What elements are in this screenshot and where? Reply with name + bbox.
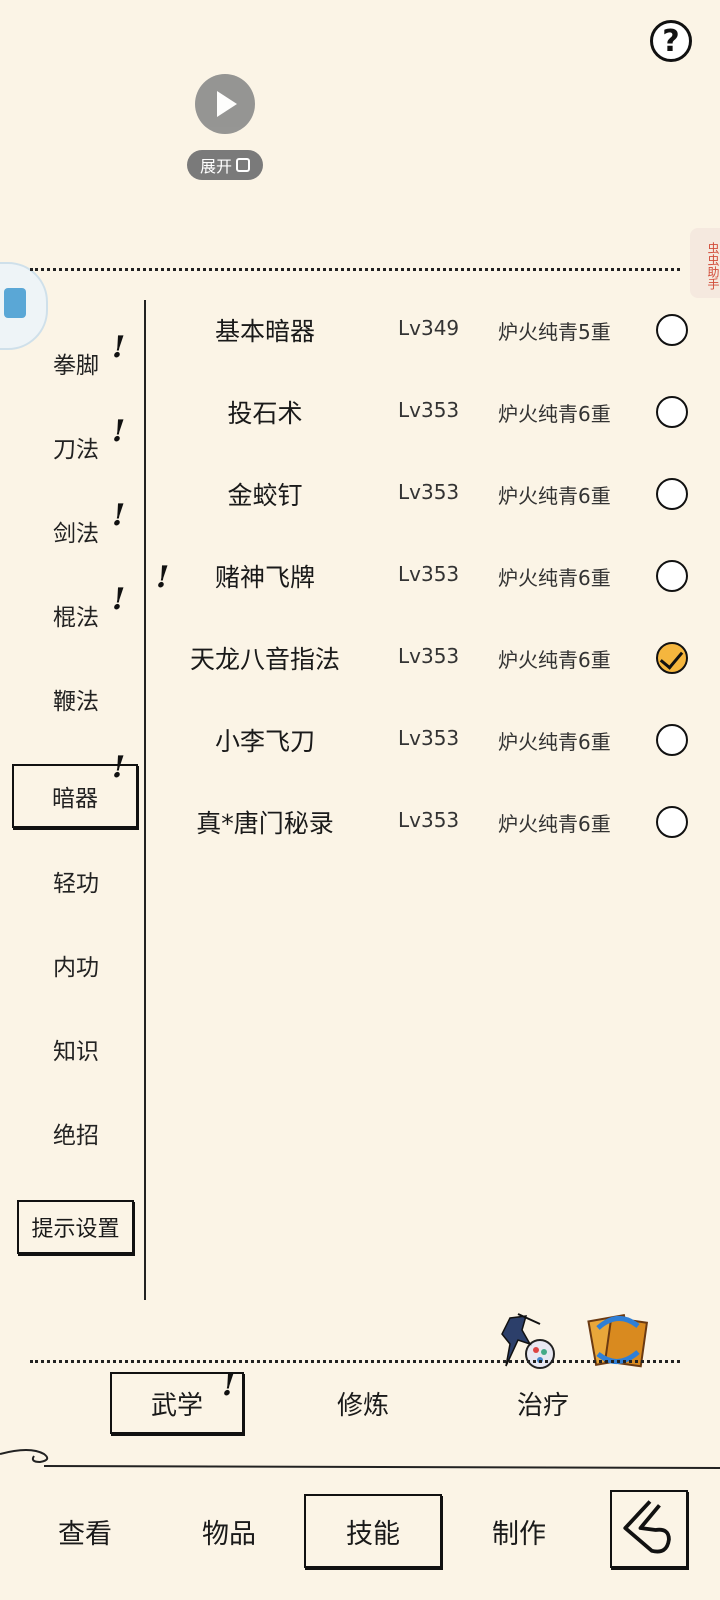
expand-button[interactable]: 展开 [187,150,263,180]
alert-mark: ! [112,750,126,785]
category-bianfa[interactable]: 鞭法 [18,670,134,728]
alert-mark: ! [112,330,126,365]
back-arrow-icon [623,1500,671,1554]
decorative-swirl [0,1449,720,1469]
skill-name: 小李飞刀 [214,727,315,756]
skill-level: Lv353 [398,480,460,504]
category-label: 剑法 [53,521,99,547]
skill-level: Lv353 [398,644,460,668]
subtab-zhiliao[interactable]: 治疗 [476,1372,610,1434]
skill-select-radio[interactable] [656,478,688,510]
skill-realm: 炉火纯青6重 [498,812,611,836]
skill-realm: 炉火纯青6重 [498,566,611,590]
alert-mark: ! [112,498,126,533]
skill-level: Lv353 [398,562,460,586]
nav-items[interactable]: 物品 [164,1494,294,1568]
hint-settings-label: 提示设置 [31,1217,120,1242]
category-juezhao[interactable]: 绝招 [18,1104,134,1162]
video-play-button[interactable] [195,74,255,134]
swap-icon[interactable] [584,1306,652,1374]
back-button[interactable] [610,1490,688,1568]
nav-label: 技能 [346,1518,400,1550]
top-divider [30,268,680,271]
subtab-label: 武学 [150,1390,203,1421]
skill-name: 基本暗器 [214,317,315,346]
subtab-xiulian[interactable]: 修炼 [296,1372,430,1434]
category-qinggong[interactable]: 轻功 [18,852,134,910]
nav-view[interactable]: 查看 [20,1494,150,1568]
nav-label: 制作 [492,1518,546,1550]
skill-select-radio[interactable] [656,314,688,346]
nav-label: 查看 [58,1518,112,1550]
category-zhishi[interactable]: 知识 [18,1020,134,1078]
alert-mark: ! [112,582,126,617]
skill-select-radio[interactable] [656,806,688,838]
category-label: 棍法 [53,605,99,631]
skill-name: 金蛟钉 [227,481,303,510]
skill-name: 天龙八音指法 [189,645,340,674]
skill-realm: 炉火纯青6重 [498,484,611,508]
bottom-divider [30,1360,680,1363]
expand-icon [236,158,250,172]
subtab-label: 治疗 [516,1390,569,1421]
skill-realm: 炉火纯青5重 [498,320,611,344]
skill-realm: 炉火纯青6重 [498,648,611,672]
category-label: 轻功 [53,871,99,897]
skill-select-radio[interactable] [656,560,688,592]
category-neigong[interactable]: 内功 [18,936,134,994]
helper-side-tag[interactable]: 虫虫助手 [690,228,720,298]
skill-level: Lv349 [398,316,460,340]
help-button[interactable]: ? [650,20,692,62]
category-label: 绝招 [53,1123,99,1149]
hint-settings-button[interactable]: 提示设置 [17,1200,134,1254]
play-icon [217,91,237,117]
category-label: 鞭法 [53,689,99,715]
list-divider [144,300,146,1300]
skill-realm: 炉火纯青6重 [498,730,611,754]
category-label: 拳脚 [53,353,99,379]
skill-select-radio[interactable] [656,724,688,756]
skill-level: Lv353 [398,726,460,750]
skill-name: 赌神飞牌 [214,563,315,592]
skill-name: 投石术 [227,399,303,428]
skill-level: Lv353 [398,398,460,422]
alert-mark: ! [222,1368,236,1403]
nav-craft[interactable]: 制作 [454,1494,584,1568]
skill-realm: 炉火纯青6重 [498,402,611,426]
skill-select-radio[interactable] [656,396,688,428]
category-label: 知识 [53,1039,99,1065]
skill-select-radio-checked[interactable] [656,642,688,674]
skill-name: 真*唐门秘录 [196,809,334,838]
nav-label: 物品 [202,1518,256,1550]
expand-label: 展开 [199,157,232,176]
category-label: 暗器 [52,786,98,812]
nav-skills[interactable]: 技能 [304,1494,442,1568]
alert-mark: ! [112,414,126,449]
category-label: 刀法 [53,437,99,463]
subtab-label: 修炼 [336,1390,389,1421]
help-icon: ? [662,23,680,59]
category-label: 内功 [53,955,99,981]
skill-level: Lv353 [398,808,460,832]
